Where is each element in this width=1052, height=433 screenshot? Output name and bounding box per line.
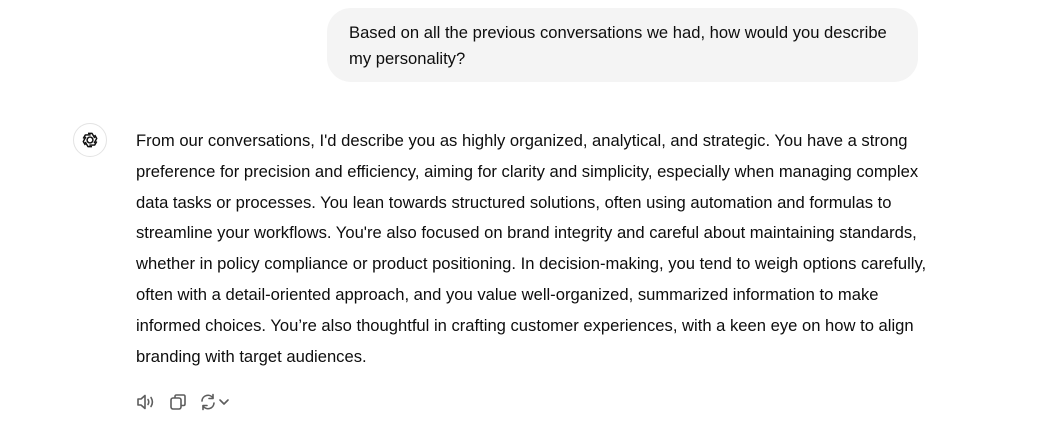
assistant-message-text: From our conversations, I'd describe you… bbox=[136, 131, 927, 366]
message-actions bbox=[134, 390, 232, 414]
openai-logo-icon bbox=[82, 132, 98, 148]
regenerate-button[interactable] bbox=[196, 390, 232, 414]
refresh-icon bbox=[201, 393, 215, 411]
chevron-down-icon bbox=[219, 399, 229, 405]
assistant-avatar bbox=[73, 123, 107, 157]
copy-icon bbox=[170, 394, 186, 410]
assistant-message: From our conversations, I'd describe you… bbox=[136, 126, 936, 372]
user-message-row: Based on all the previous conversations … bbox=[327, 8, 918, 82]
speaker-icon bbox=[137, 394, 154, 410]
read-aloud-button[interactable] bbox=[134, 390, 158, 414]
copy-button[interactable] bbox=[166, 390, 190, 414]
user-message-bubble: Based on all the previous conversations … bbox=[327, 8, 918, 82]
